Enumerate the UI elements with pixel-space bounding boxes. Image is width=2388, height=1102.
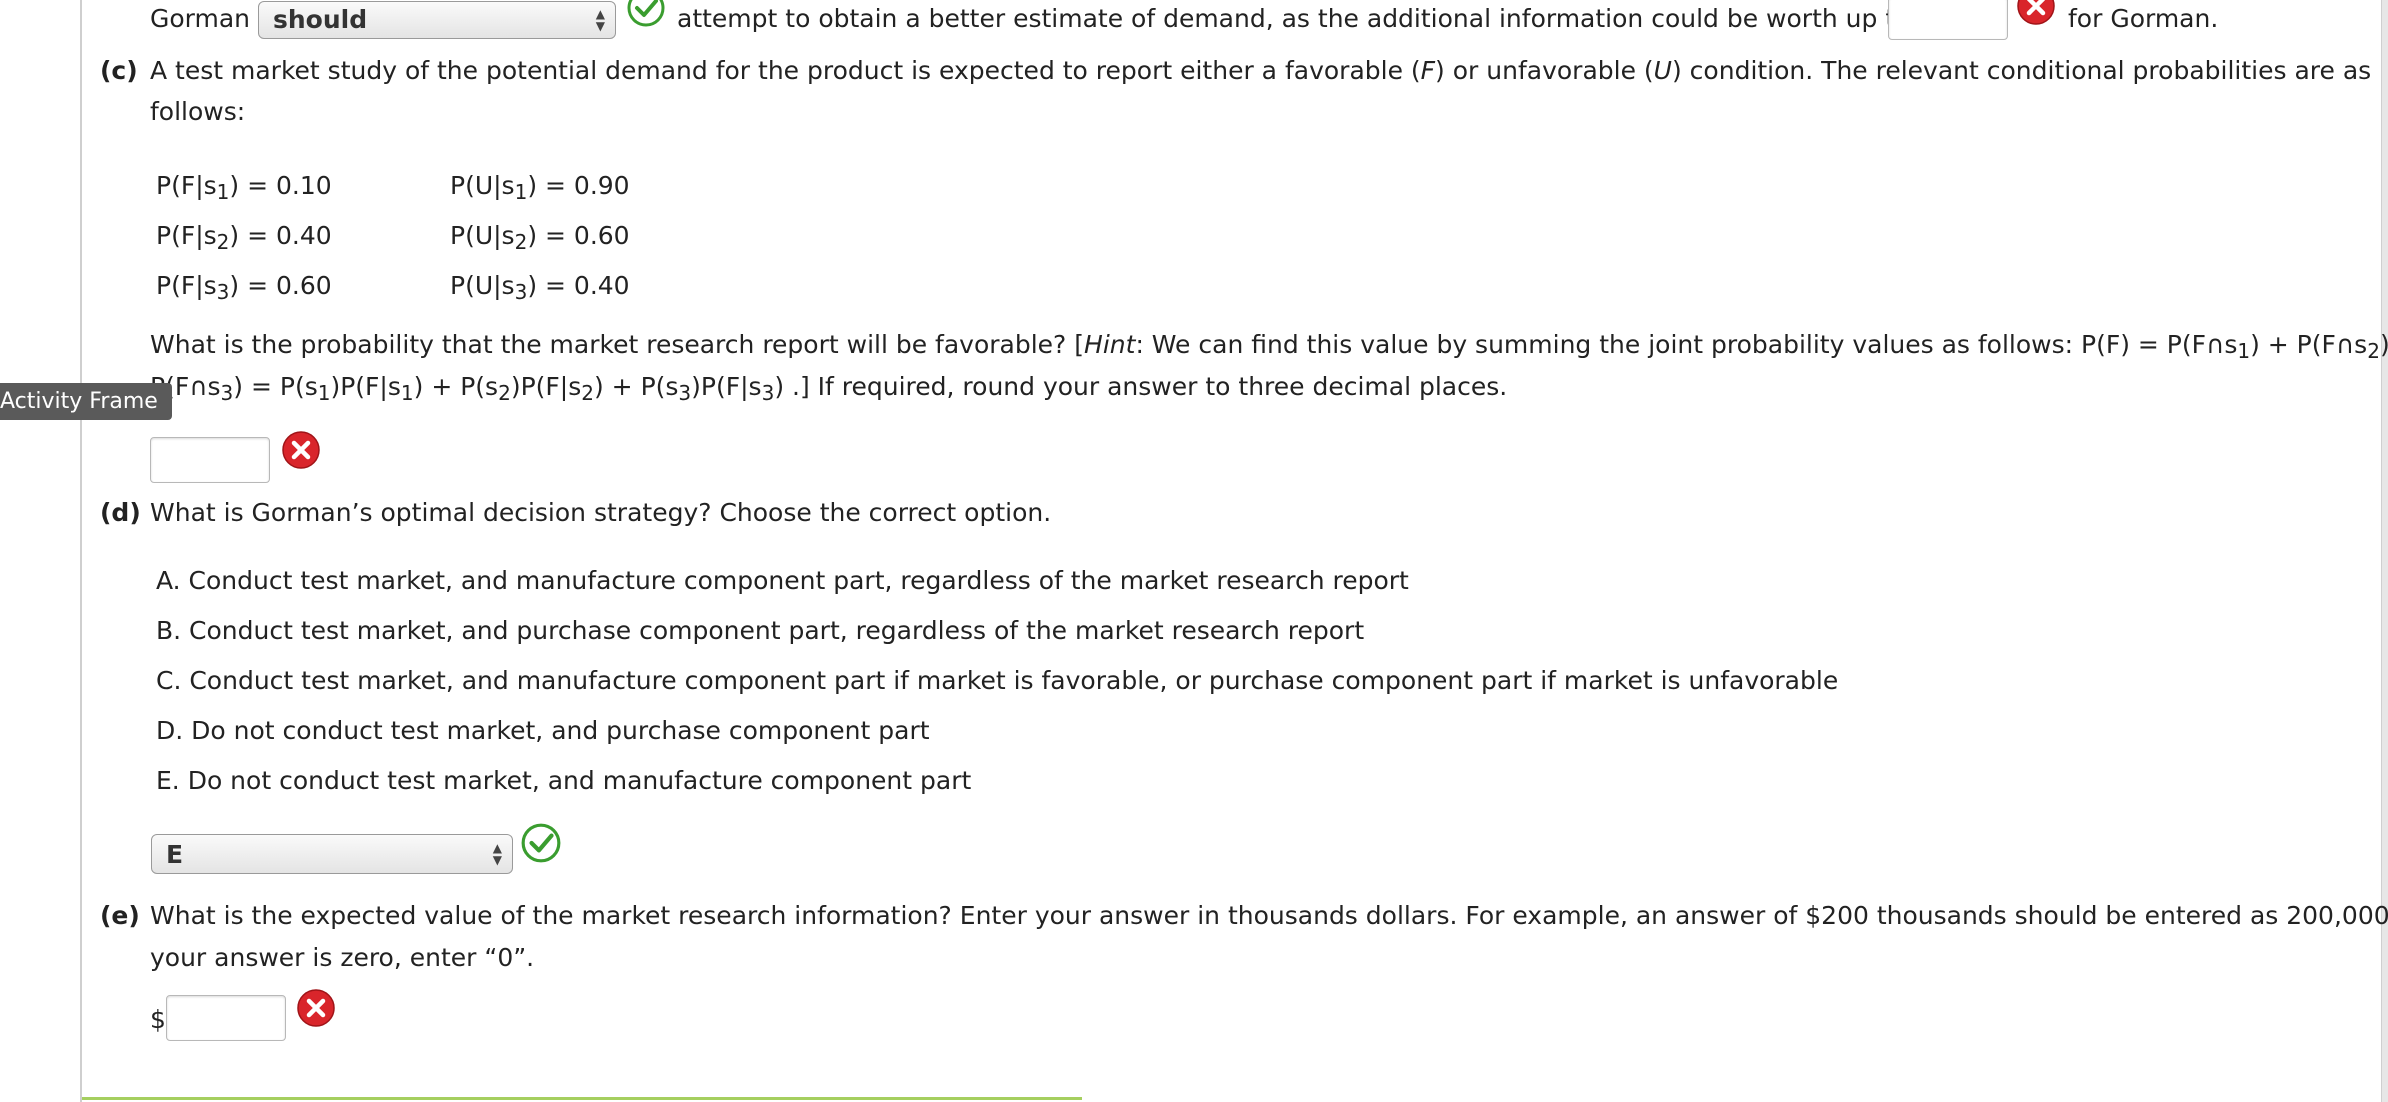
check-circle-icon [521,823,561,863]
activity-frame-tooltip: Activity Frame [0,383,172,420]
should-select[interactable]: should ▲ ▼ [258,1,616,39]
part-d-question: What is Gorman’s optimal decision strate… [150,498,1052,527]
prob-u-s3: P(U|s3) = 0.40 [450,271,630,304]
part-e-question-line2: your answer is zero, enter “0”. [150,943,535,972]
prob-f-s2: P(F|s2) = 0.40 [156,221,332,254]
section-divider [82,1097,1082,1100]
part-c-intro-line2: follows: [150,97,246,126]
part-c-question-line2: P(F∩s3) = P(s1)P(F|s1) + P(s2)P(F|s2) + … [150,372,1508,405]
expected-value-input[interactable] [166,995,286,1041]
strategy-select[interactable]: E ▲ ▼ [151,834,513,874]
option-a: A. Conduct test market, and manufacture … [156,566,1409,595]
check-circle-icon [627,0,665,27]
prob-f-s1: P(F|s1) = 0.10 [156,171,332,204]
probability-favorable-input[interactable] [150,437,270,483]
part-e-label: (e) [100,901,140,930]
select-arrows-icon: ▲ ▼ [492,841,502,867]
x-circle-icon [297,989,335,1027]
select-arrows-icon: ▲ ▼ [595,7,605,33]
option-c: C. Conduct test market, and manufacture … [156,666,1839,695]
page-scrollbar[interactable] [2381,0,2388,1102]
content-left-border [80,0,82,1102]
should-select-value: should [273,5,368,34]
part-c-intro-line1: A test market study of the potential dem… [150,56,2372,85]
top-row-middle-text: attempt to obtain a better estimate of d… [677,4,1935,33]
top-row-prefix: Gorman [150,4,251,33]
option-e: E. Do not conduct test market, and manuf… [156,766,972,795]
x-circle-icon [2017,0,2055,25]
top-row-suffix: for Gorman. [2068,4,2219,33]
option-d: D. Do not conduct test market, and purch… [156,716,930,745]
value-of-information-input[interactable] [1888,0,2008,40]
prob-f-s3: P(F|s3) = 0.60 [156,271,332,304]
x-circle-icon [282,431,320,469]
option-b: B. Conduct test market, and purchase com… [156,616,1365,645]
part-e-question-line1: What is the expected value of the market… [150,901,2388,930]
part-c-label: (c) [100,56,138,85]
prob-u-s2: P(U|s2) = 0.60 [450,221,630,254]
part-c-question-line1: What is the probability that the market … [150,330,2388,363]
strategy-select-value: E [166,840,184,869]
currency-symbol: $ [150,1005,166,1034]
prob-u-s1: P(U|s1) = 0.90 [450,171,630,204]
part-d-label: (d) [100,498,141,527]
